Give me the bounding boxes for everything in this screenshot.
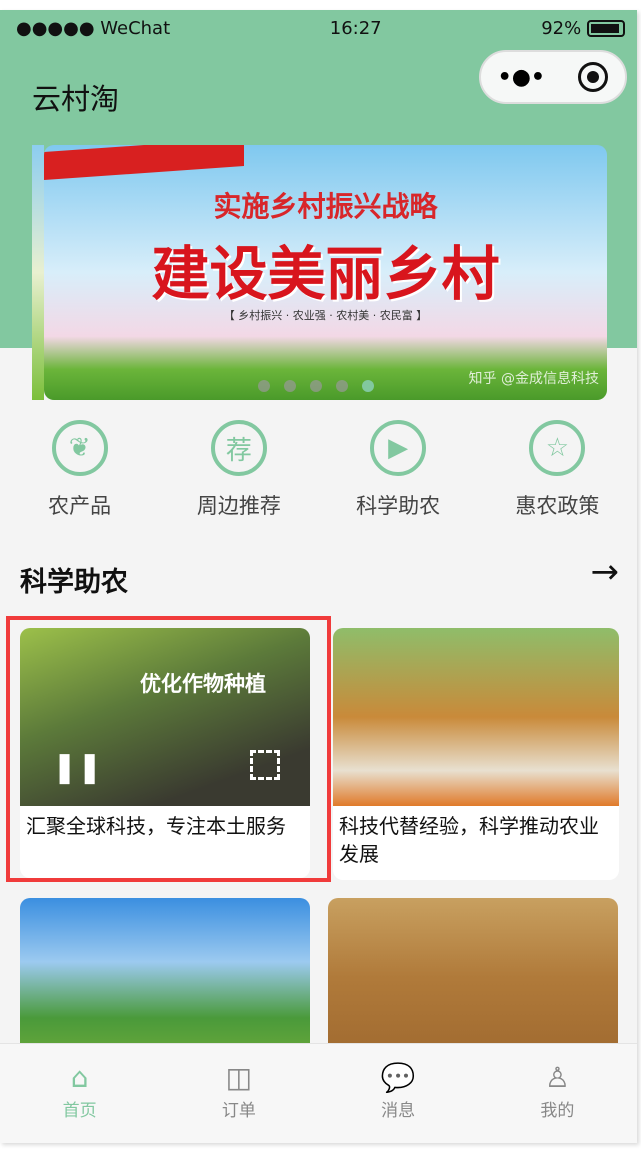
category-label: 周边推荐: [196, 494, 281, 518]
banner-prev-edge: [32, 145, 44, 400]
category-science[interactable]: ▶ 科学助农: [319, 420, 478, 520]
carousel-dot[interactable]: [258, 380, 270, 392]
category-label: 科学助农: [356, 494, 441, 518]
tab-orders[interactable]: ◫ 订单: [159, 1044, 318, 1143]
image-card-drones[interactable]: [20, 898, 310, 1058]
card-caption: 科技代替经验，科学推动农业发展: [339, 814, 599, 866]
home-icon: ⌂: [70, 1061, 89, 1094]
clock: 16:27: [329, 17, 382, 39]
card-image: [333, 628, 619, 806]
section-title: 科学助农: [20, 567, 128, 598]
mini-program-capsule: •●•: [479, 50, 627, 104]
category-label: 农产品: [48, 494, 112, 518]
star-icon: ☆: [529, 420, 586, 476]
battery: 92%: [541, 18, 625, 39]
tab-profile[interactable]: ♙ 我的: [478, 1044, 637, 1143]
close-target-icon[interactable]: [578, 62, 609, 92]
carousel-dot[interactable]: [336, 380, 348, 392]
category-nearby[interactable]: 荐周边推荐: [159, 420, 318, 520]
tab-label: 消息: [381, 1101, 416, 1121]
article-card[interactable]: 科技代替经验，科学推动农业发展: [333, 628, 619, 880]
user-icon: ♙: [544, 1061, 570, 1094]
carousel-dot-active[interactable]: [362, 380, 374, 392]
tab-label: 首页: [62, 1101, 97, 1121]
image-card-harvesters[interactable]: [328, 898, 618, 1058]
more-icon[interactable]: •●•: [498, 65, 545, 90]
page-title: 云村淘: [32, 82, 120, 116]
carousel-dots: [258, 380, 374, 392]
banner-carousel[interactable]: 实施乡村振兴战略 建设美丽乡村 【 乡村振兴 · 农业强 · 农村美 · 农民富…: [44, 145, 607, 400]
tab-bar: ⌂ 首页 ◫ 订单 💬 消息 ♙ 我的: [0, 1043, 637, 1143]
carousel-dot[interactable]: [284, 380, 296, 392]
tab-label: 订单: [221, 1101, 256, 1121]
arrow-right-icon[interactable]: →: [591, 552, 620, 592]
banner-watermark: 知乎 @金成信息科技: [468, 371, 599, 387]
message-icon: 💬: [380, 1061, 416, 1094]
banner-line3: 【 乡村振兴 · 农业强 · 农村美 · 农民富 】: [223, 309, 428, 322]
carousel-dot[interactable]: [310, 380, 322, 392]
shopping-bag-icon: ◫: [225, 1061, 253, 1094]
category-agri-products[interactable]: ❦ 农产品: [0, 420, 159, 520]
leaf-search-icon: ❦: [51, 420, 108, 476]
page: ●●●●● WeChat 16:27 92% 云村淘 •●• 实施乡村振兴战略 …: [0, 10, 637, 1143]
banner-line2: 建设美丽乡村: [151, 240, 500, 308]
battery-icon: [586, 20, 625, 37]
recommend-icon: 荐: [210, 420, 267, 476]
category-policy[interactable]: ☆ 惠农政策: [478, 420, 637, 520]
category-label: 惠农政策: [515, 494, 600, 518]
tab-home[interactable]: ⌂ 首页: [0, 1044, 159, 1143]
category-nav: ❦ 农产品 荐周边推荐 ▶ 科学助农 ☆ 惠农政策: [0, 420, 637, 520]
status-bar: ●●●●● WeChat 16:27 92%: [16, 16, 625, 40]
highlight-box: [6, 616, 331, 882]
carrier: ●●●●● WeChat: [16, 17, 171, 39]
battery-percent: 92%: [541, 17, 582, 39]
tab-messages[interactable]: 💬 消息: [319, 1044, 478, 1143]
banner-flag: [44, 145, 244, 180]
banner-line1: 实施乡村振兴战略: [213, 190, 438, 223]
tab-label: 我的: [540, 1101, 575, 1121]
video-camera-icon: ▶: [370, 420, 427, 476]
